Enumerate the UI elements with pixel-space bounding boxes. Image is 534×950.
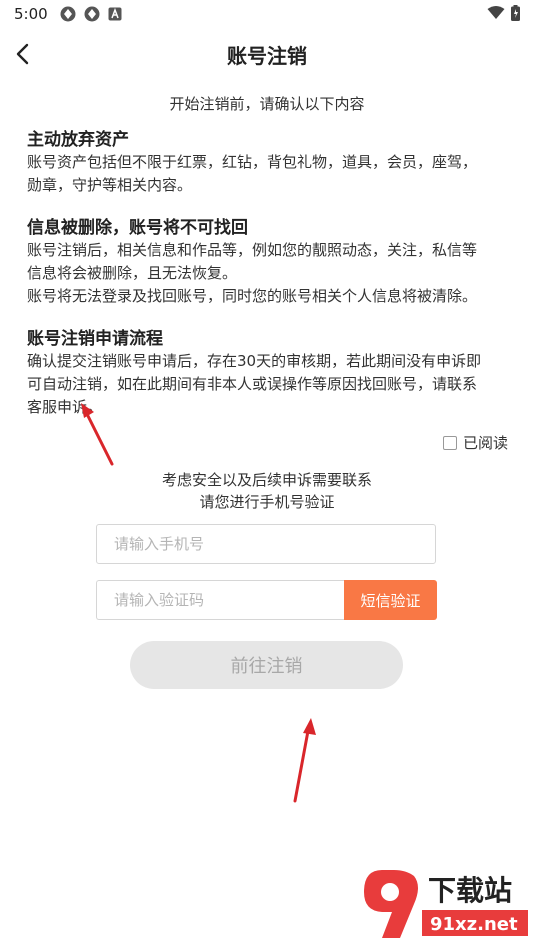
verification-code-input[interactable] xyxy=(96,580,344,620)
section-line: 勋章，守护等相关内容。 xyxy=(27,176,193,194)
section-line: 账号注销后，相关信息和作品等，例如您的靓照动态，关注，私信等 xyxy=(27,241,478,259)
notice-line: 请您进行手机号验证 xyxy=(199,493,335,511)
section-line: 信息将会被删除，且无法恢复。 xyxy=(27,264,238,282)
read-checkbox[interactable] xyxy=(442,435,457,450)
sms-verify-button[interactable]: 短信验证 xyxy=(344,580,437,620)
verification-notice: 考虑安全以及后续申诉需要联系 请您进行手机号验证 xyxy=(0,469,534,513)
watermark-brand: 下载站 xyxy=(428,874,512,907)
section-abandon-assets: 主动放弃资产 账号资产包括但不限于红票，红钻，背包礼物，道具，会员，座驾， 勋章… xyxy=(27,129,517,197)
status-time: 5:00 xyxy=(14,5,48,23)
section-title: 账号注销申请流程 xyxy=(27,329,163,349)
read-checkbox-row[interactable]: 已阅读 xyxy=(442,432,508,453)
page-title: 账号注销 xyxy=(227,44,307,68)
intro-text: 开始注销前，请确认以下内容 xyxy=(169,95,365,113)
read-label: 已阅读 xyxy=(462,434,508,452)
annotation-arrow-icon xyxy=(81,403,114,466)
app-notification-icon xyxy=(60,6,76,22)
watermark-domain: 91xz.net xyxy=(430,914,518,935)
go-deregister-button[interactable]: 前往注销 xyxy=(130,641,403,689)
status-bar: 5:00 xyxy=(0,0,534,28)
text-notification-icon xyxy=(108,7,122,21)
section-line: 账号将无法登录及找回账号，同时您的账号相关个人信息将被清除。 xyxy=(27,287,478,305)
app-bar: 账号注销 xyxy=(0,30,534,78)
section-line: 可自动注销，如在此期间有非本人或误操作等原因找回账号，请联系 xyxy=(27,375,478,393)
phone-input[interactable] xyxy=(96,524,436,564)
notice-line: 考虑安全以及后续申诉需要联系 xyxy=(161,471,372,489)
section-line: 确认提交注销账号申请后，存在30天的审核期，若此期间没有申诉即 xyxy=(27,352,482,370)
section-line: 账号资产包括但不限于红票，红钻，背包礼物，道具，会员，座驾， xyxy=(27,153,478,171)
section-info-deleted: 信息被删除，账号将不可找回 账号注销后，相关信息和作品等，例如您的靓照动态，关注… xyxy=(27,217,517,308)
app-notification-icon xyxy=(84,6,100,22)
section-title: 信息被删除，账号将不可找回 xyxy=(27,218,248,238)
annotation-arrow-icon xyxy=(293,718,316,803)
battery-icon xyxy=(511,5,520,21)
watermark-logo: 下载站 91xz.net xyxy=(364,870,528,938)
section-title: 主动放弃资产 xyxy=(27,130,129,150)
site-watermark: 下载站 91xz.net xyxy=(360,860,530,946)
wifi-icon xyxy=(487,6,505,19)
